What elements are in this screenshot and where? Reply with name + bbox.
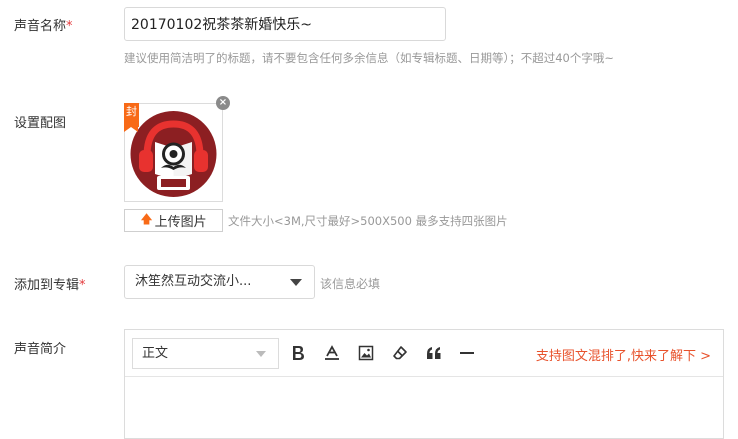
album-label: 添加到专辑*	[14, 274, 86, 293]
album-hint: 该信息必填	[320, 277, 381, 291]
quote-icon[interactable]	[424, 343, 444, 363]
eraser-icon[interactable]	[390, 343, 410, 363]
upload-arrow-icon: 🡅	[140, 212, 153, 226]
album-selected: 沐笙然互动交流小...	[135, 274, 252, 289]
upload-label: 上传图片	[154, 215, 207, 230]
intro-editor[interactable]: 正文 支持图文混排了,快来了解下 >	[124, 329, 724, 439]
cover-label: 设置配图	[14, 116, 67, 131]
album-label-text: 添加到专辑	[14, 278, 80, 293]
upload-image-button[interactable]: 🡅 上传图片	[124, 209, 223, 232]
title-input[interactable]	[124, 7, 446, 41]
cover-tag: 封	[124, 103, 139, 132]
cover-logo	[130, 111, 217, 197]
title-label-text: 声音名称	[14, 19, 67, 34]
album-select[interactable]: 沐笙然互动交流小...	[124, 265, 315, 299]
chevron-down-icon	[256, 351, 266, 357]
format-select[interactable]: 正文	[132, 338, 279, 369]
upload-hint: 文件大小<3M,尺寸最好>500X500 最多支持四张图片	[228, 214, 508, 228]
editor-toolbar: 正文 支持图文混排了,快来了解下 >	[125, 330, 723, 377]
clear-format-icon[interactable]	[322, 343, 342, 363]
horizontal-rule-icon[interactable]	[457, 343, 477, 363]
title-label: 声音名称*	[14, 15, 73, 34]
title-hint: 建议使用简洁明了的标题，请不要包含任何多余信息（如专辑标题、日期等）；不超过40…	[124, 51, 615, 65]
remove-image-icon[interactable]: ×	[216, 96, 230, 110]
bold-icon[interactable]	[288, 343, 308, 363]
format-selected: 正文	[142, 346, 169, 361]
required-mark: *	[66, 19, 73, 34]
promo-link[interactable]: 支持图文混排了,快来了解下 >	[536, 345, 711, 364]
image-icon[interactable]	[356, 343, 376, 363]
required-mark: *	[79, 278, 86, 293]
chevron-down-icon	[290, 279, 302, 286]
intro-label: 声音简介	[14, 342, 67, 357]
